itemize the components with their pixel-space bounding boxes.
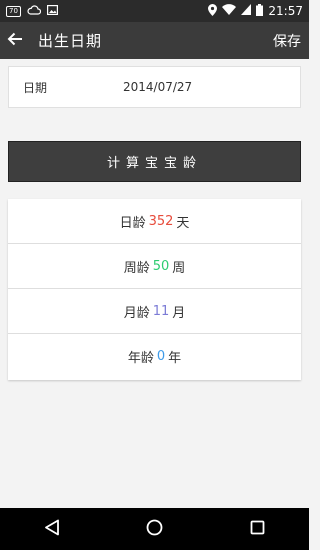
month-age-label: 月龄: [123, 305, 150, 321]
nav-recents-button[interactable]: [238, 508, 278, 550]
age-results-card: 日龄 352 天 周龄 50 周 月龄 11 月 年龄 0 年: [8, 199, 301, 380]
year-age-value: 0: [156, 349, 166, 364]
back-button[interactable]: [2, 22, 28, 59]
location-icon: [208, 3, 218, 19]
cloud-icon: [27, 4, 42, 18]
month-age-unit: 月: [172, 305, 186, 321]
nav-back-button[interactable]: [32, 508, 72, 550]
nav-home-button[interactable]: [135, 508, 175, 550]
battery-icon: [256, 3, 264, 19]
page-title: 出生日期: [38, 32, 103, 50]
back-triangle-icon: [44, 519, 60, 540]
day-age-value: 352: [148, 213, 174, 229]
date-label: 日期: [23, 80, 48, 95]
arrow-back-icon: [7, 31, 23, 50]
day-age-label: 日龄: [119, 215, 146, 231]
year-age-unit: 年: [168, 351, 182, 366]
status-time: 21:57: [268, 4, 303, 18]
save-button[interactable]: 保存: [273, 31, 301, 51]
calculate-age-button[interactable]: 计算宝宝龄: [8, 141, 301, 182]
month-age-row: 月龄 11 月: [8, 289, 301, 334]
cell-signal-icon: [241, 4, 252, 18]
status-bar: 70 21:57: [0, 0, 309, 22]
birth-date-field[interactable]: 日期 2014/07/27: [8, 66, 301, 108]
day-age-row: 日龄 352 天: [8, 199, 301, 244]
app-bar: 出生日期 保存: [0, 22, 309, 59]
day-age-unit: 天: [176, 215, 190, 231]
wifi-icon: [222, 4, 237, 18]
date-value[interactable]: 2014/07/27: [123, 80, 192, 94]
year-age-label: 年龄: [127, 351, 154, 366]
system-nav-bar: [0, 508, 309, 550]
signal-badge-icon: 70: [6, 5, 21, 17]
week-age-unit: 周: [172, 260, 186, 276]
recents-square-icon: [250, 520, 265, 539]
image-icon: [46, 4, 58, 18]
year-age-row: 年龄 0 年: [8, 334, 301, 379]
week-age-row: 周龄 50 周: [8, 244, 301, 289]
week-age-label: 周龄: [123, 260, 150, 276]
home-circle-icon: [146, 519, 163, 540]
month-age-value: 11: [152, 303, 170, 319]
week-age-value: 50: [152, 258, 170, 274]
